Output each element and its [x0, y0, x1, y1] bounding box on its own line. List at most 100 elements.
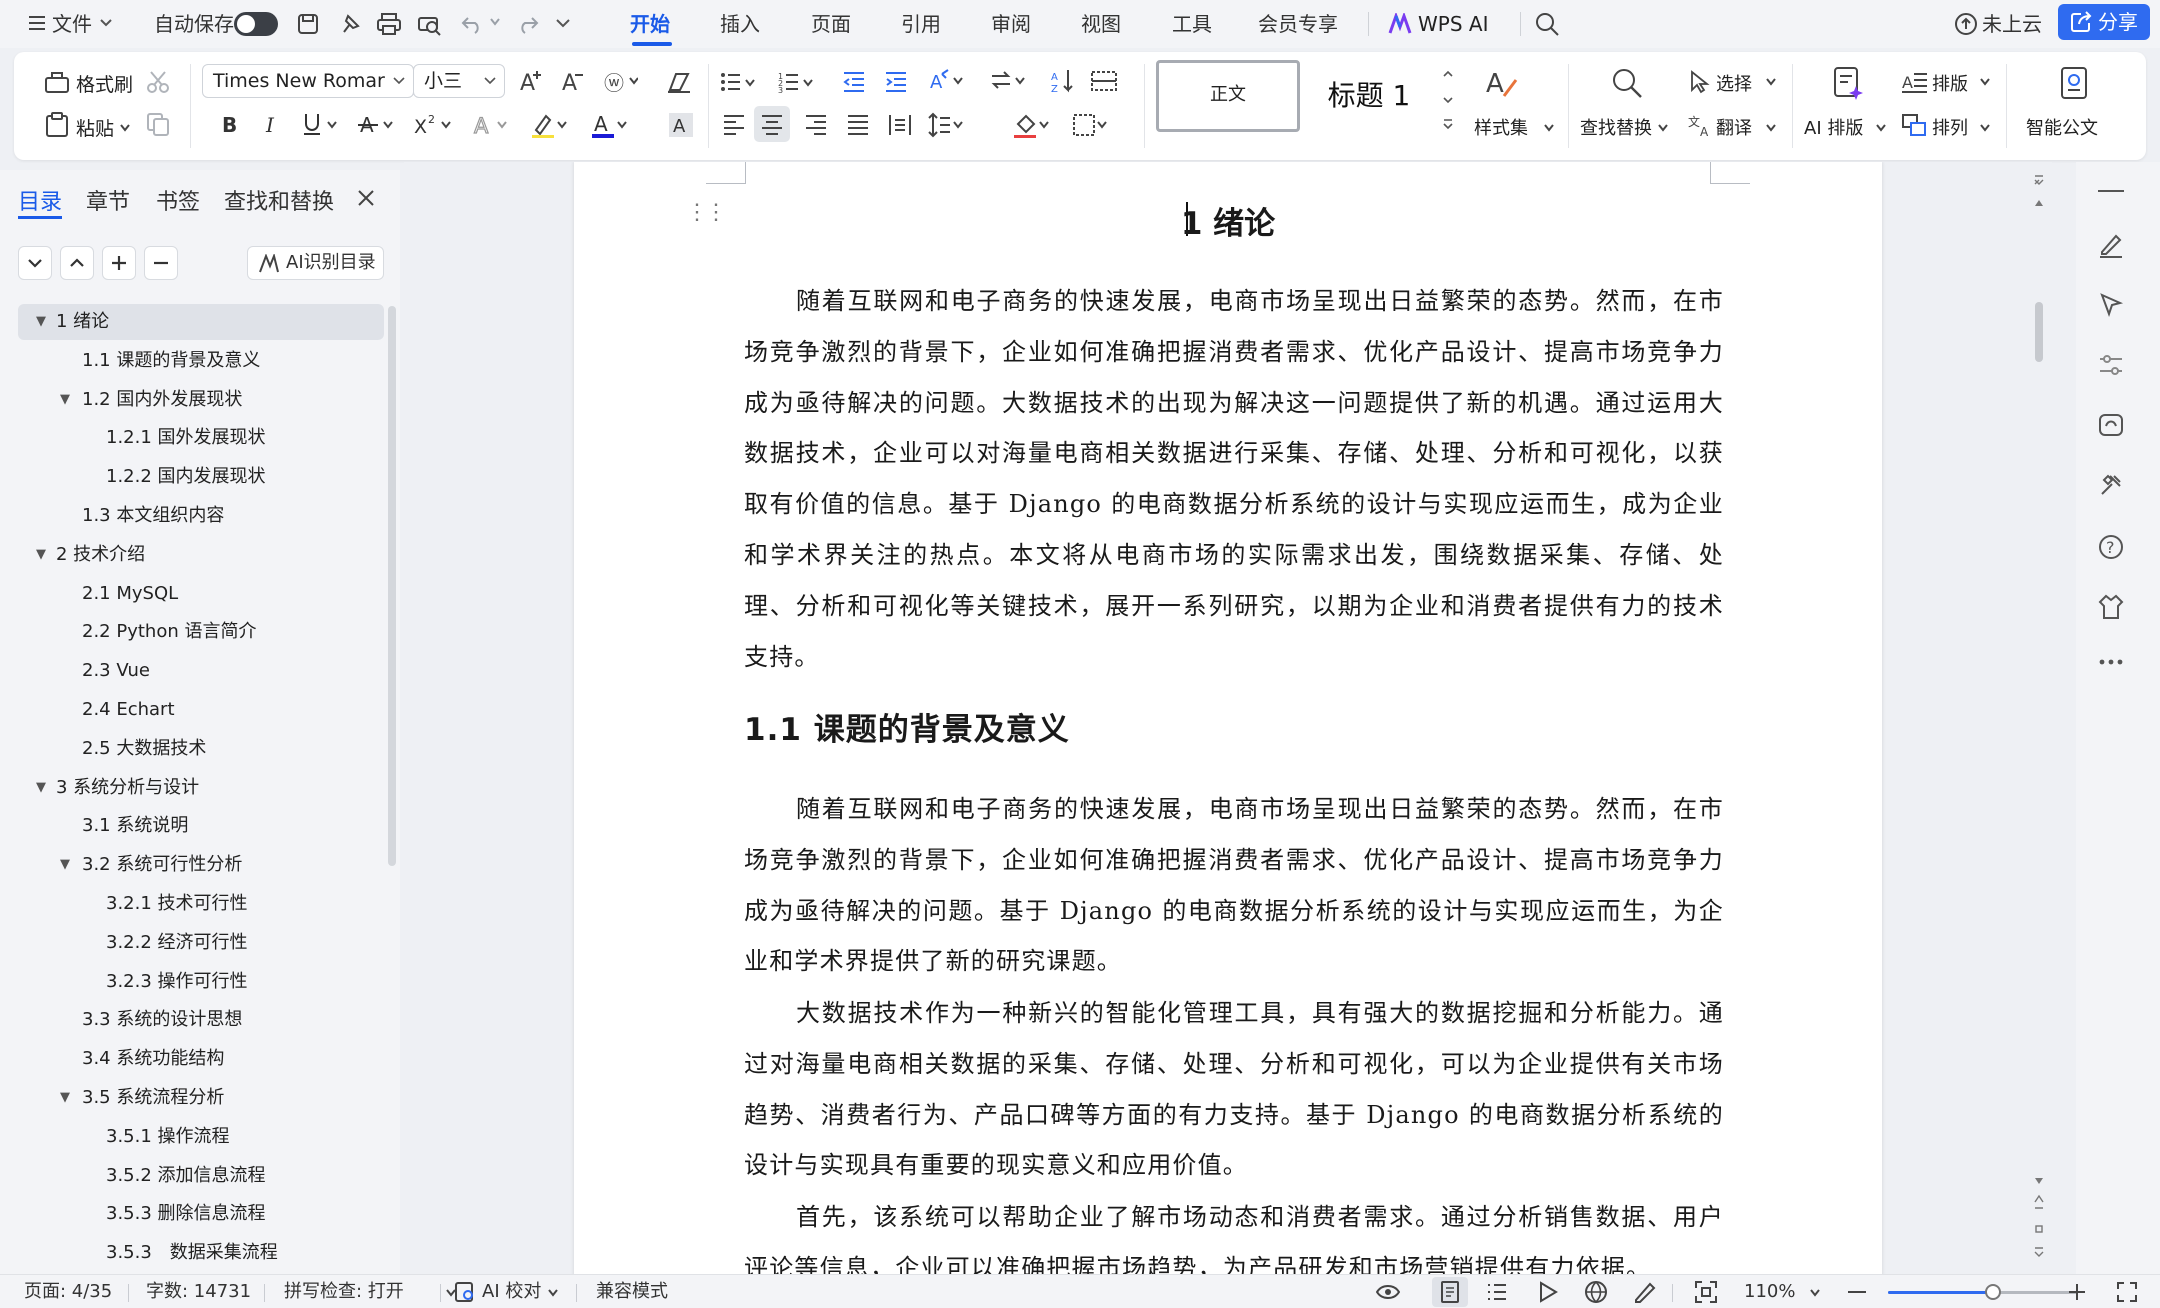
- typeset-button[interactable]: 排版: [1932, 70, 1968, 96]
- zoom-in-icon[interactable]: [2068, 1283, 2086, 1301]
- toc-item[interactable]: 3.5.3 删除信息流程: [0, 1196, 384, 1232]
- smart-doc-icon[interactable]: [2060, 66, 2090, 100]
- zoom-slider-knob[interactable]: [1984, 1284, 2001, 1300]
- toc-item[interactable]: 3.5.1 操作流程: [0, 1119, 384, 1155]
- chevron-down-icon[interactable]: [548, 1289, 558, 1297]
- adjust-sliders-icon[interactable]: [2098, 352, 2124, 378]
- italic-icon[interactable]: I: [262, 112, 282, 136]
- outline-view-icon[interactable]: [1486, 1281, 1508, 1303]
- tab-member[interactable]: 会员专享: [1258, 0, 1338, 48]
- eye-icon[interactable]: [1376, 1281, 1400, 1303]
- toc-item[interactable]: 3.3 系统的设计思想: [0, 1002, 384, 1038]
- heading-2[interactable]: 1.1 课题的背景及意义: [744, 704, 1070, 749]
- toc-item[interactable]: ▼ 1.2 国内外发展现状: [0, 382, 384, 418]
- nav-scrollbar[interactable]: [388, 306, 396, 866]
- toc-item[interactable]: ▼ 3.5 系统流程分析: [0, 1080, 384, 1116]
- style-set-button[interactable]: 样式集: [1474, 114, 1528, 140]
- web-view-icon[interactable]: [1584, 1280, 1608, 1304]
- spell-check[interactable]: 拼写检查: 打开: [284, 1275, 404, 1308]
- redo-icon[interactable]: [516, 12, 540, 36]
- format-painter-button[interactable]: 格式刷: [76, 70, 133, 97]
- style-scroll-icon[interactable]: [1440, 66, 1456, 136]
- toc-item[interactable]: ▼ 3.2 系统可行性分析: [0, 847, 384, 883]
- toc-item[interactable]: 2.4 Echart: [0, 692, 384, 728]
- toc-item[interactable]: 2.2 Python 语言简介: [0, 614, 384, 650]
- toc-item[interactable]: ▼ 1 绪论: [18, 304, 384, 340]
- bold-icon[interactable]: B: [220, 112, 240, 136]
- undo-icon[interactable]: [460, 12, 484, 36]
- share-button[interactable]: 分享: [2058, 4, 2150, 40]
- toc-item[interactable]: 3.4 系统功能结构: [0, 1041, 384, 1077]
- translate-button[interactable]: 翻译: [1716, 114, 1752, 140]
- chevron-down-icon[interactable]: [1810, 1289, 1820, 1297]
- copy-icon[interactable]: [146, 112, 170, 136]
- ai-layout-icon[interactable]: [1832, 66, 1864, 100]
- toc-item[interactable]: 1.1 课题的背景及意义: [0, 343, 384, 379]
- paste-button[interactable]: 粘贴: [76, 114, 114, 141]
- cloud-status[interactable]: 未上云: [1982, 0, 2042, 48]
- ai-proofread-button[interactable]: AI 校对: [482, 1275, 541, 1308]
- paragraph-4[interactable]: 首先，该系统可以帮助企业了解市场动态和消费者需求。通过分析销售数据、用户评论等信…: [744, 1192, 1724, 1274]
- font-color-icon[interactable]: A: [592, 112, 632, 140]
- numbered-list-icon[interactable]: 123: [778, 70, 818, 94]
- shrink-font-icon[interactable]: A: [560, 68, 586, 94]
- toc-item[interactable]: ▼ 2 技术介绍: [0, 537, 384, 573]
- font-size-select[interactable]: 小三: [413, 64, 505, 98]
- strikethrough-icon[interactable]: A: [358, 112, 398, 138]
- text-effect-icon[interactable]: A: [472, 112, 512, 138]
- phonetic-guide-icon[interactable]: ⓦ: [604, 68, 638, 94]
- zoom-out-icon[interactable]: [1848, 1291, 1866, 1295]
- add-heading-button[interactable]: [102, 246, 136, 280]
- document-page[interactable]: ⋮⋮ 1 绪论 随着互联网和电子商务的快速发展，电商市场呈现出日益繁荣的态势。然…: [574, 162, 1882, 1274]
- shading-icon[interactable]: [1014, 112, 1054, 140]
- print-icon[interactable]: [376, 12, 402, 36]
- align-left-icon[interactable]: [722, 114, 746, 136]
- find-replace-icon[interactable]: [1610, 66, 1644, 100]
- edit-pen-icon[interactable]: [2098, 232, 2124, 258]
- cut-icon[interactable]: [146, 70, 170, 94]
- file-menu[interactable]: 文件: [52, 0, 92, 48]
- align-center-icon[interactable]: [760, 114, 784, 136]
- tab-tools[interactable]: 工具: [1172, 0, 1212, 48]
- collapse-all-button[interactable]: [18, 246, 52, 280]
- minimize-panel-icon[interactable]: [2098, 190, 2124, 194]
- ai-layout-button[interactable]: AI 排版: [1804, 114, 1863, 140]
- text-direction-icon[interactable]: A: [928, 68, 968, 94]
- toc-item[interactable]: 3.2.3 操作可行性: [0, 964, 384, 1000]
- decrease-indent-icon[interactable]: [842, 70, 866, 94]
- char-shading-icon[interactable]: A: [668, 112, 694, 138]
- distributed-icon[interactable]: [888, 114, 912, 136]
- style-set-icon[interactable]: A: [1484, 66, 1518, 100]
- hamburger-icon[interactable]: [28, 14, 46, 32]
- undo-dropdown-icon[interactable]: [490, 18, 500, 26]
- toc-item[interactable]: 1.3 本文组织内容: [0, 498, 384, 534]
- remove-heading-button[interactable]: [144, 246, 178, 280]
- format-painter-icon[interactable]: [44, 70, 70, 94]
- borders-icon[interactable]: [1072, 112, 1112, 138]
- fit-page-icon[interactable]: [1694, 1280, 1718, 1304]
- underline-icon[interactable]: [302, 112, 342, 138]
- pin-icon[interactable]: [338, 12, 362, 36]
- skin-shirt-icon[interactable]: [2098, 594, 2124, 620]
- find-replace-button[interactable]: 查找替换: [1580, 114, 1652, 140]
- paste-dropdown-icon[interactable]: [120, 124, 130, 132]
- toc-item[interactable]: 3.5.3 数据采集流程: [0, 1235, 384, 1271]
- wps-ai-button[interactable]: WPS AI: [1418, 0, 1488, 48]
- clear-format-icon[interactable]: [666, 70, 692, 94]
- vertical-scrollbar[interactable]: [2026, 162, 2052, 1274]
- smart-doc-button[interactable]: 智能公文: [2026, 114, 2098, 140]
- increase-indent-icon[interactable]: [884, 70, 908, 94]
- typeset-icon[interactable]: A: [1902, 70, 1928, 94]
- toc-item[interactable]: 3.2.2 经济可行性: [0, 925, 384, 961]
- toc-item[interactable]: 2.3 Vue: [0, 653, 384, 689]
- search-icon[interactable]: [1534, 11, 1560, 37]
- select-cursor-icon[interactable]: [1688, 70, 1712, 94]
- tab-view[interactable]: 视图: [1081, 0, 1121, 48]
- align-right-icon[interactable]: [804, 114, 828, 136]
- paragraph-3[interactable]: 大数据技术作为一种新兴的智能化管理工具，具有强大的数据挖掘和分析能力。通过对海量…: [744, 988, 1724, 1191]
- expand-caret-icon[interactable]: ▼: [60, 847, 70, 883]
- line-spacing-icon[interactable]: [928, 112, 968, 138]
- arrange-button[interactable]: 排列: [1932, 114, 1968, 140]
- superscript-icon[interactable]: X2: [412, 112, 456, 138]
- toc-item[interactable]: 2.1 MySQL: [0, 576, 384, 612]
